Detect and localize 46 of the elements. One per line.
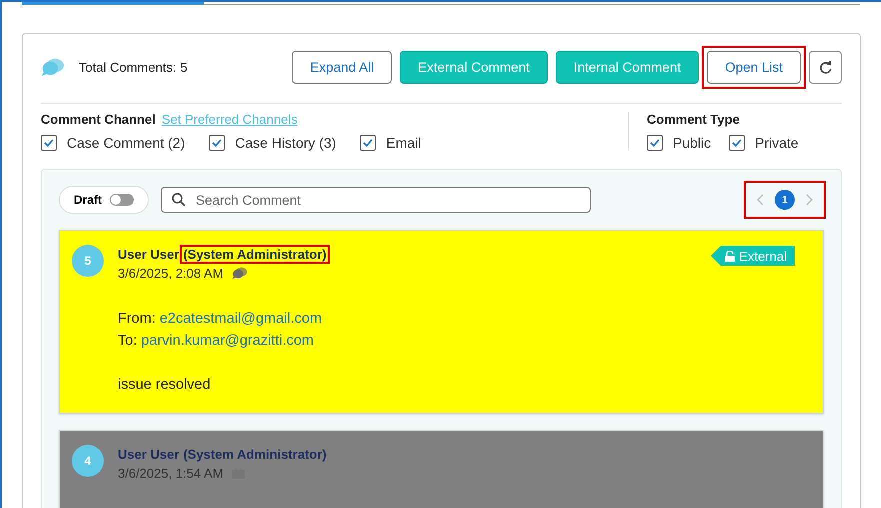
unlock-icon bbox=[725, 250, 736, 262]
check-icon bbox=[212, 138, 222, 148]
comment-text: issue resolved bbox=[118, 377, 212, 393]
checkbox[interactable] bbox=[41, 135, 57, 151]
chat-icon bbox=[232, 267, 248, 280]
email-label: From: bbox=[118, 311, 156, 327]
author-role: (System Administrator) bbox=[183, 447, 327, 462]
comment-number: 5 bbox=[72, 245, 104, 277]
comment-date: 3/6/2025, 2:08 AM bbox=[118, 266, 224, 281]
check-icon bbox=[650, 138, 660, 148]
checkbox[interactable] bbox=[647, 135, 663, 151]
checkbox-label: Case History (3) bbox=[235, 135, 336, 151]
badge-label: External bbox=[739, 248, 787, 264]
search-icon bbox=[172, 193, 186, 207]
draft-label: Draft bbox=[74, 193, 102, 207]
comments-icon bbox=[41, 58, 65, 78]
toggle-switch[interactable] bbox=[110, 194, 134, 206]
total-comments-label: Total Comments: bbox=[79, 60, 178, 75]
checkbox[interactable] bbox=[360, 135, 376, 151]
refresh-icon bbox=[818, 60, 832, 74]
outline-button[interactable]: Expand All bbox=[292, 51, 392, 84]
email-link[interactable]: parvin.kumar@grazitti.com bbox=[141, 333, 314, 349]
check-icon bbox=[363, 138, 374, 148]
email-label: To: bbox=[118, 333, 138, 349]
total-comments-count: 5 bbox=[180, 60, 188, 75]
check-icon bbox=[732, 138, 742, 148]
refresh-button[interactable] bbox=[809, 51, 842, 84]
draft-toggle[interactable]: Draft bbox=[59, 186, 150, 214]
channel-heading: Comment Channel bbox=[41, 112, 156, 127]
checkbox-label: Email bbox=[386, 135, 422, 151]
author-name: User User bbox=[118, 247, 180, 262]
checkbox[interactable] bbox=[209, 135, 226, 151]
checkbox-label: Private bbox=[755, 135, 799, 151]
checkbox-label: Public bbox=[673, 135, 712, 151]
type-heading: Comment Type bbox=[647, 112, 740, 127]
page-button[interactable]: 1 bbox=[775, 190, 795, 210]
checkbox-label: Case Comment (2) bbox=[67, 135, 186, 151]
outline-button[interactable]: Open List bbox=[707, 51, 801, 84]
comment-number: 4 bbox=[72, 445, 104, 477]
author-role: (System Administrator) bbox=[183, 247, 327, 262]
checkbox[interactable] bbox=[729, 135, 746, 151]
email-link[interactable]: e2catestmail@gmail.com bbox=[160, 311, 322, 327]
author-name: User User bbox=[118, 447, 180, 462]
check-icon bbox=[44, 138, 54, 148]
search-field[interactable]: Search Comment bbox=[161, 187, 592, 213]
comment-date: 3/6/2025, 1:54 AM bbox=[118, 466, 224, 481]
